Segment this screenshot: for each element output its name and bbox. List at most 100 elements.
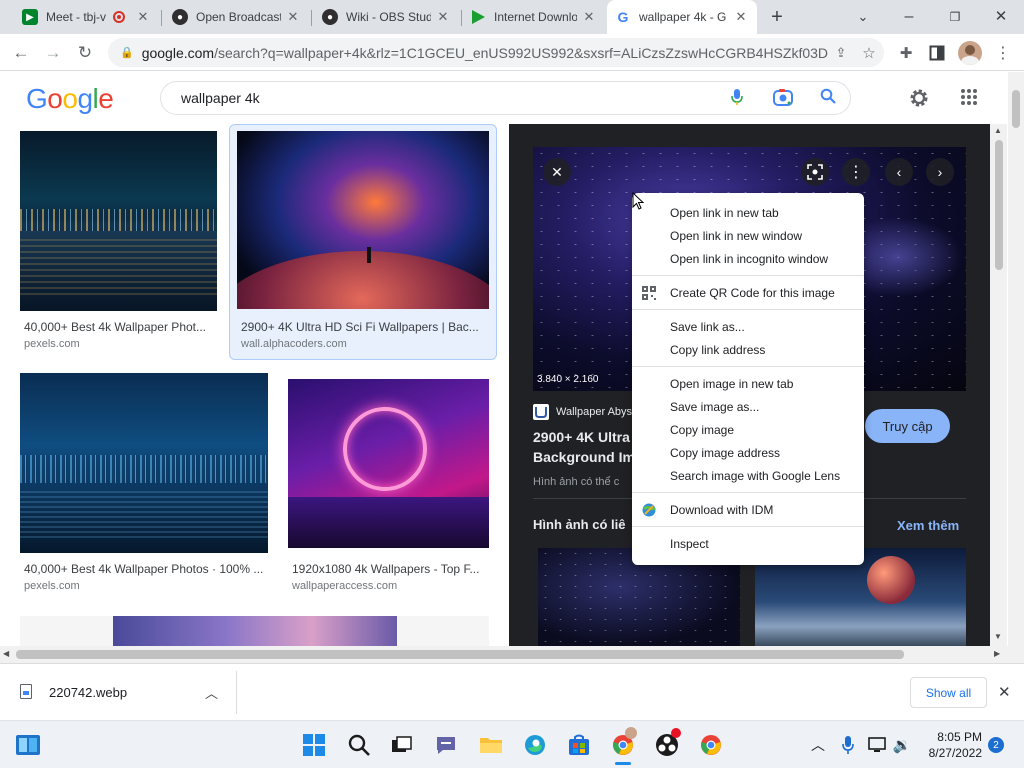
microphone-icon[interactable]	[714, 88, 760, 109]
google-logo[interactable]: Google	[26, 83, 114, 115]
tab-title: Wiki - OBS Studi	[346, 10, 431, 24]
close-download-bar-icon[interactable]: ✕	[998, 683, 1011, 701]
result-caption[interactable]: 40,000+ Best 4k Wallpaper Phot...	[24, 320, 214, 334]
page-scrollbar-thumb[interactable]	[1012, 90, 1020, 128]
system-clock[interactable]: 8:05 PM 8/27/2022	[918, 729, 982, 761]
lens-search-icon[interactable]	[801, 158, 829, 186]
google-meet-icon: ▶	[22, 9, 38, 25]
side-panel-icon[interactable]	[924, 40, 950, 66]
close-tab-icon[interactable]: ✕	[581, 9, 597, 25]
reload-button[interactable]: ↻	[72, 40, 98, 66]
menu-item-download-with-idm[interactable]: Download with IDM	[632, 498, 864, 521]
widgets-icon[interactable]	[14, 731, 42, 759]
minimize-button[interactable]: –	[898, 6, 920, 28]
show-all-button[interactable]: Show all	[910, 677, 987, 708]
menu-item-open-image-new-tab[interactable]: Open image in new tab	[632, 372, 864, 395]
extensions-puzzle-icon[interactable]: ✚	[893, 40, 919, 66]
window-close-button[interactable]: ✕	[990, 6, 1012, 28]
tab-idm[interactable]: Internet Downlo ✕	[462, 0, 605, 34]
address-bar[interactable]: 🔒 google.com/search?q=wallpaper+4k&rlz=1…	[108, 38, 884, 67]
volume-icon[interactable]: 🔉	[888, 731, 916, 759]
chrome-icon[interactable]	[697, 731, 725, 759]
result-image-neon-ring[interactable]	[288, 379, 489, 548]
close-tab-icon[interactable]: ✕	[435, 9, 451, 25]
preview-title-line2[interactable]: Background Im	[533, 449, 635, 465]
tab-google-search[interactable]: G wallpaper 4k - G ✕	[607, 0, 757, 34]
close-preview-icon[interactable]: ✕	[543, 158, 571, 186]
menu-item-open-link-new-window[interactable]: Open link in new window	[632, 224, 864, 247]
menu-item-inspect[interactable]: Inspect	[632, 532, 864, 555]
menu-item-copy-image[interactable]: Copy image	[632, 418, 864, 441]
previous-image-icon[interactable]: ‹	[885, 158, 913, 186]
panel-scrollbar[interactable]: ▲ ▼	[990, 124, 1007, 646]
result-image-partial[interactable]	[113, 616, 397, 646]
close-tab-icon[interactable]: ✕	[135, 9, 151, 25]
search-query: wallpaper 4k	[181, 90, 260, 106]
teams-chat-icon[interactable]	[432, 731, 460, 759]
restore-button[interactable]: ❐	[944, 6, 966, 28]
result-caption[interactable]: 1920x1080 4k Wallpapers - Top F...	[292, 562, 487, 576]
scroll-up-arrow-icon[interactable]: ▲	[994, 126, 1002, 135]
taskbar-search-icon[interactable]	[345, 731, 373, 759]
result-image-scifi[interactable]	[237, 131, 489, 309]
scroll-down-arrow-icon[interactable]: ▼	[994, 632, 1002, 641]
profile-avatar[interactable]	[958, 41, 982, 65]
horizontal-scrollbar[interactable]: ◀ ▶	[0, 646, 1008, 663]
scroll-left-arrow-icon[interactable]: ◀	[3, 649, 9, 658]
result-image-city-night[interactable]	[20, 131, 217, 311]
new-tab-button[interactable]: +	[766, 6, 788, 28]
tab-obs-wiki[interactable]: ● Wiki - OBS Studi ✕	[314, 0, 459, 34]
search-input[interactable]: wallpaper 4k	[160, 81, 851, 115]
menu-kebab-icon[interactable]: ⋮	[990, 40, 1016, 66]
download-filename[interactable]: 220742.webp	[49, 685, 127, 700]
menu-item-save-image-as[interactable]: Save image as...	[632, 395, 864, 418]
task-view-icon[interactable]	[388, 731, 416, 759]
result-caption[interactable]: 2900+ 4K Ultra HD Sci Fi Wallpapers | Ba…	[241, 320, 486, 334]
site-name[interactable]: Wallpaper Abys	[556, 406, 632, 418]
tab-meet[interactable]: ▶ Meet - tbj-v ✕	[14, 0, 159, 34]
microsoft-store-icon[interactable]	[565, 731, 593, 759]
panel-scrollbar-thumb[interactable]	[995, 140, 1003, 270]
result-image-bridge-city[interactable]	[20, 373, 268, 553]
download-options-chevron-icon[interactable]: ︿	[205, 683, 218, 702]
start-windows-icon[interactable]	[300, 731, 328, 759]
scroll-right-arrow-icon[interactable]: ▶	[994, 649, 1000, 658]
result-caption[interactable]: 40,000+ Best 4k Wallpaper Photos · 100% …	[24, 562, 266, 576]
page-scrollbar[interactable]	[1008, 72, 1024, 663]
menu-item-save-link-as[interactable]: Save link as...	[632, 315, 864, 338]
see-more-link[interactable]: Xem thêm	[897, 518, 959, 533]
copyright-note: Hình ảnh có thể c	[533, 476, 620, 488]
menu-item-search-google-lens[interactable]: Search image with Google Lens	[632, 464, 864, 487]
forward-button[interactable]: →	[40, 40, 66, 66]
more-options-icon[interactable]: ⋮	[842, 158, 870, 186]
close-tab-icon[interactable]: ✕	[733, 9, 749, 25]
show-hidden-icons-chevron[interactable]: ︿	[804, 731, 832, 759]
notification-badge[interactable]: 2	[988, 737, 1004, 753]
menu-item-create-qr-code[interactable]: Create QR Code for this image	[632, 281, 864, 304]
apps-grid-icon[interactable]	[960, 88, 980, 108]
chrome-profile-icon[interactable]	[609, 727, 637, 765]
search-icon[interactable]	[806, 88, 850, 109]
tab-obs-broadcast[interactable]: ● Open Broadcast ✕	[164, 0, 309, 34]
google-lens-icon[interactable]	[760, 88, 806, 109]
file-explorer-icon[interactable]	[477, 731, 505, 759]
tab-divider	[311, 10, 312, 26]
tab-search-chevron-icon[interactable]: ⌄	[852, 6, 874, 28]
visit-button[interactable]: Truy cập	[865, 409, 950, 443]
preview-title[interactable]: 2900+ 4K Ultra	[533, 429, 630, 445]
share-icon[interactable]: ⇪	[828, 45, 854, 61]
obs-studio-icon[interactable]	[653, 728, 681, 759]
settings-gear-icon[interactable]	[907, 86, 933, 112]
menu-item-copy-link-address[interactable]: Copy link address	[632, 338, 864, 361]
horizontal-scrollbar-thumb[interactable]	[16, 650, 904, 659]
close-tab-icon[interactable]: ✕	[285, 9, 301, 25]
menu-item-open-link-new-tab[interactable]: Open link in new tab	[632, 201, 864, 224]
back-button[interactable]: ←	[8, 40, 34, 66]
edge-browser-icon[interactable]	[521, 731, 549, 759]
menu-item-copy-image-address[interactable]: Copy image address	[632, 441, 864, 464]
menu-item-open-link-incognito[interactable]: Open link in incognito window	[632, 247, 864, 270]
microphone-tray-icon[interactable]	[834, 731, 862, 759]
bookmark-star-icon[interactable]: ☆	[854, 44, 884, 62]
next-image-icon[interactable]: ›	[926, 158, 954, 186]
menu-separator	[632, 275, 864, 276]
